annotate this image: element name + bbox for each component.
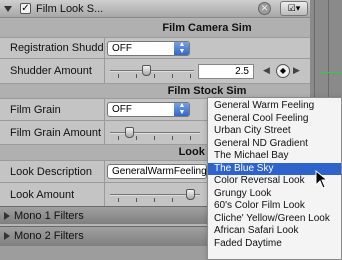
section-row-film-camera: Film Camera Sim [0,19,310,37]
popup-arrows-icon: ▲ ▼ [174,103,189,116]
filter-header: ✓ Film Look S... ✕ ☑▾ [0,0,310,18]
film-grain-popup[interactable]: OFF ▲ ▼ [107,102,190,117]
look-amount-slider-thumb[interactable] [186,189,195,200]
registration-shudder-row: Registration Shudder OFF ▲ ▼ [0,37,310,59]
look-description-value: GeneralWarmFeeling [112,166,207,177]
column-divider [104,161,105,183]
column-divider [104,38,105,59]
shudder-amount-label: Shudder Amount [10,65,92,77]
column-divider [104,59,105,84]
menu-item[interactable]: Urban City Street [208,125,341,138]
look-description-popup[interactable]: GeneralWarmFeeling [107,164,207,179]
prev-keyframe-icon[interactable]: ◀ [263,65,270,76]
enable-checkbox[interactable]: ✓ [20,3,31,14]
menu-item[interactable]: African Safari Look [208,225,341,238]
slider-tick [154,74,155,78]
slider-tick [118,198,119,202]
mono-2-filters-label: Mono 2 Filters [14,230,84,242]
slider-tick [136,198,137,202]
shudder-amount-slider-thumb[interactable] [142,65,151,76]
menu-item[interactable]: Cliche' Yellow/Green Look [208,213,341,226]
next-keyframe-icon[interactable]: ▶ [293,65,300,76]
mono-1-filters-label: Mono 1 Filters [14,210,84,222]
slider-tick [172,74,173,78]
column-divider [104,121,105,145]
look-description-label: Look Description [10,166,92,178]
slider-tick [118,136,119,140]
slider-tick [154,198,155,202]
column-divider [104,99,105,121]
shudder-amount-field[interactable]: 2.5 [198,64,254,79]
menu-item[interactable]: The Michael Bay [208,150,341,163]
keyframe-button-icon[interactable]: ◆ [276,64,290,78]
shudder-amount-row: Shudder Amount 2.5 ◀ ◆ ▶ [0,58,310,84]
slider-tick [172,198,173,202]
preset-menu-button[interactable]: ☑▾ [280,1,308,16]
registration-shudder-popup[interactable]: OFF ▲ ▼ [107,41,190,56]
look-amount-label: Look Amount [10,189,75,201]
film-grain-amount-label: Film Grain Amount [10,127,102,139]
film-grain-value: OFF [112,104,132,115]
disclosure-triangle-icon[interactable] [4,6,12,12]
slider-tick [136,136,137,140]
section-row-film-stock: Film Stock Sim [0,83,310,98]
film-grain-amount-slider-thumb[interactable] [125,127,134,138]
column-divider [104,183,105,207]
popup-arrows-icon: ▲ ▼ [174,42,189,55]
menu-item[interactable]: Faded Daytime [208,238,341,251]
slider-tick [172,136,173,140]
registration-shudder-label: Registration Shudder [10,42,104,54]
keyframe-curve-line [320,72,342,73]
menu-item[interactable]: 60's Color Film Look [208,200,341,213]
slider-tick [136,74,137,78]
registration-shudder-value: OFF [112,43,132,54]
disclosure-triangle-icon[interactable] [4,232,10,240]
slider-tick [190,74,191,78]
film-grain-amount-slider-track[interactable] [110,132,200,134]
shudder-amount-slider-track[interactable] [110,70,194,72]
menu-item[interactable]: General ND Gradient [208,138,341,151]
menu-item[interactable]: General Cool Feeling [208,113,341,126]
slider-tick [190,136,191,140]
close-icon[interactable]: ✕ [258,2,271,15]
disclosure-triangle-icon[interactable] [4,212,10,220]
slider-tick [118,74,119,78]
section-title-film-camera-sim: Film Camera Sim [162,22,252,34]
filter-title: Film Look S... [36,3,104,15]
mouse-pointer-icon [315,170,329,189]
film-grain-label: Film Grain [10,104,61,116]
slider-tick [154,136,155,140]
menu-item[interactable]: General Warm Feeling [208,100,341,113]
section-title-film-stock-sim: Film Stock Sim [167,85,247,97]
